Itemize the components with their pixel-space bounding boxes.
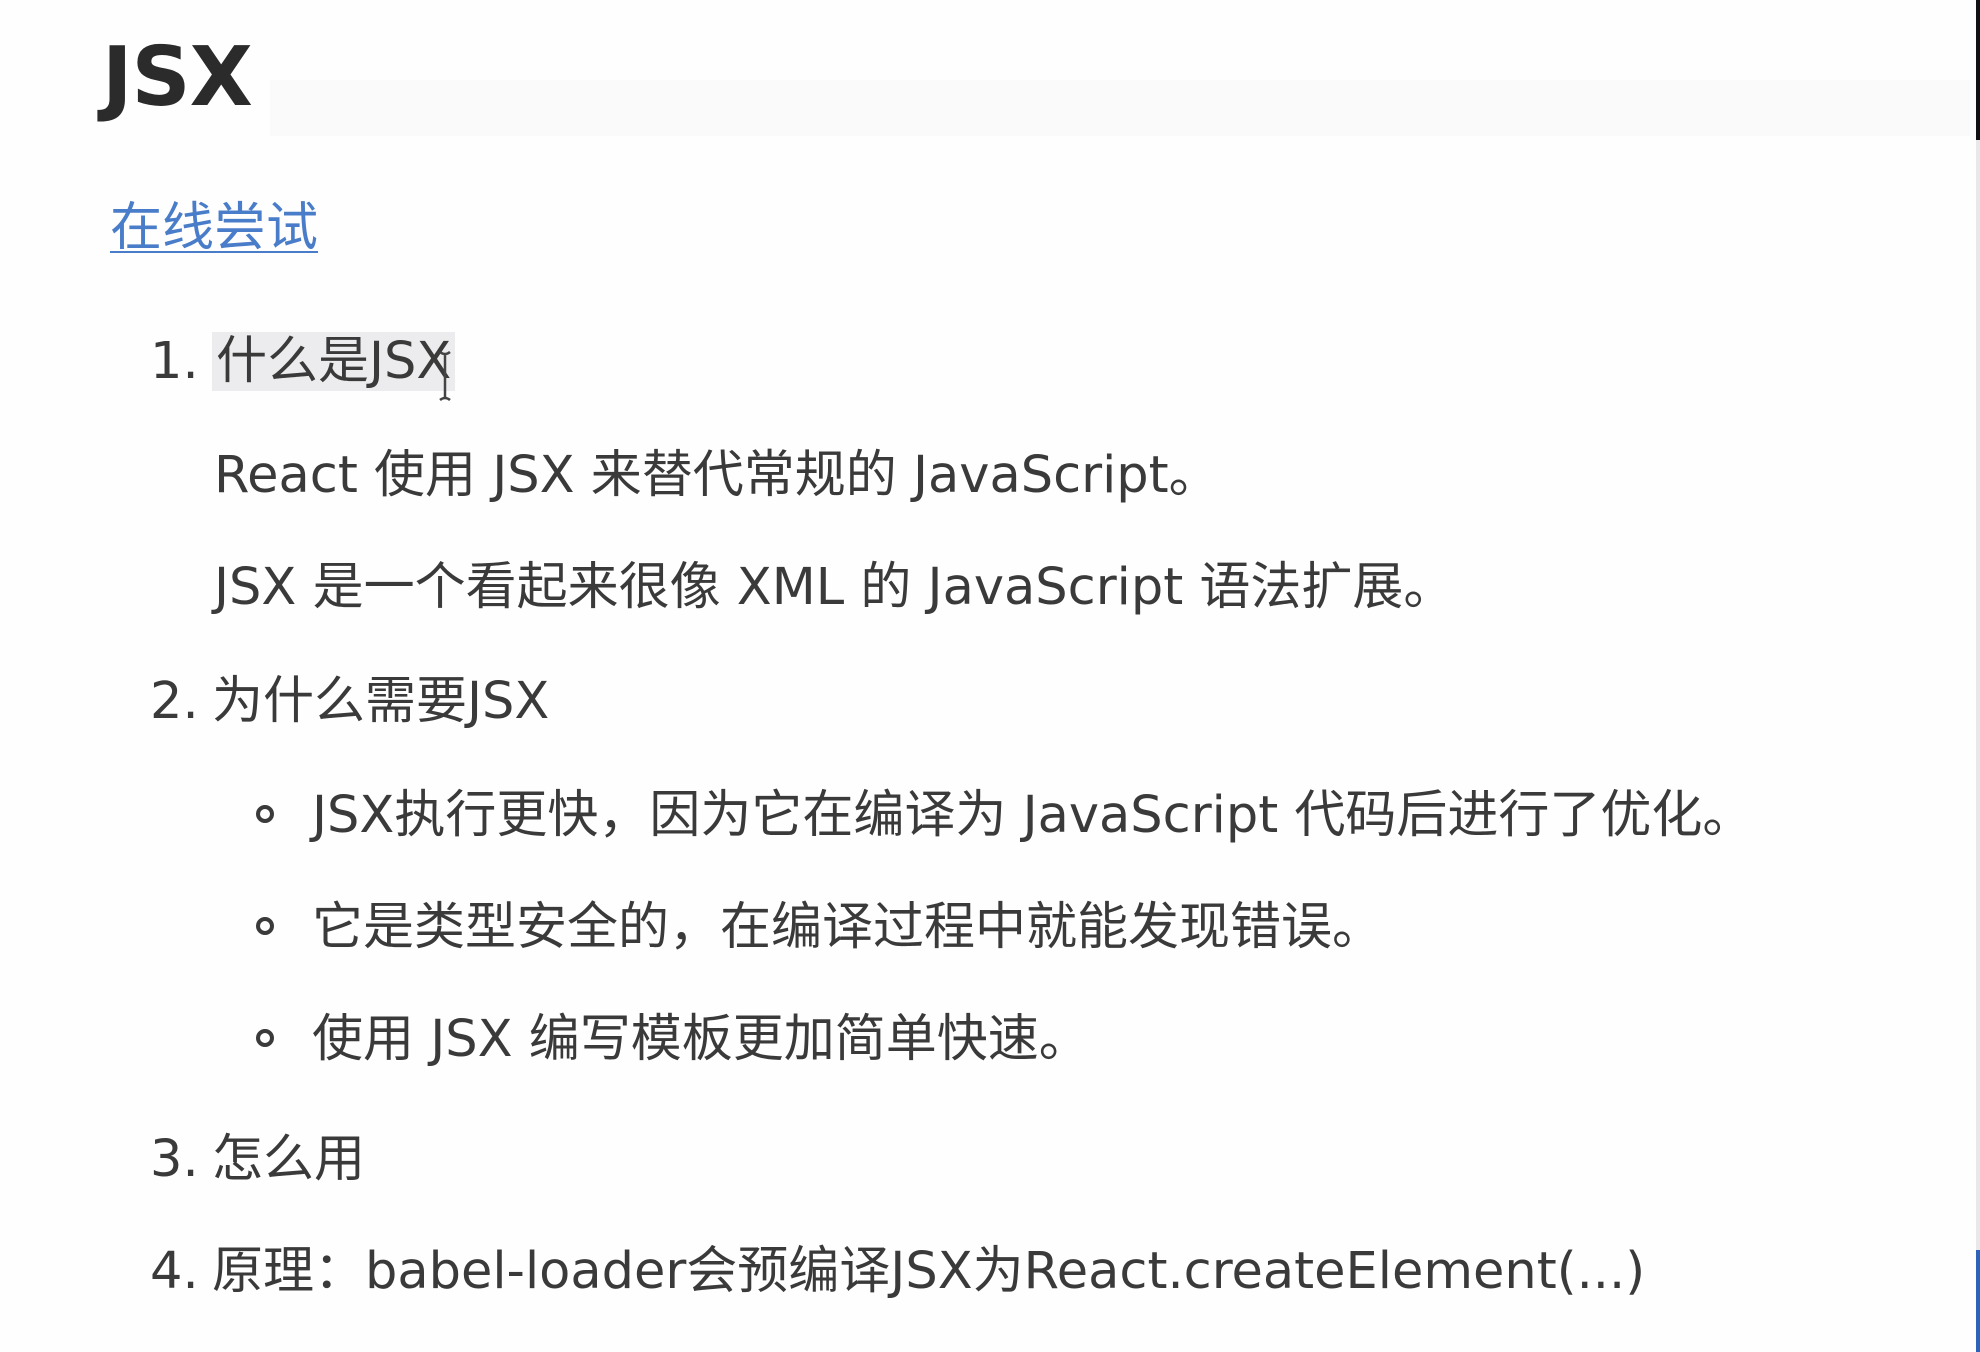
title-background-band <box>270 80 1970 136</box>
list-item-number: 2. <box>150 672 199 731</box>
list-item-heading: 原理：babel-loader会预编译JSX为React.createEleme… <box>212 1242 1646 1301</box>
window-edge-blue-segment <box>1976 1250 1980 1352</box>
window-edge-dark-segment <box>1976 0 1980 140</box>
try-online-link[interactable]: 在线尝试 <box>110 196 318 260</box>
bullet-text: JSX执行更快，因为它在编译为 JavaScript 代码后进行了优化。 <box>312 786 1754 845</box>
list-item-3: 3. 怎么用 <box>150 1128 365 1192</box>
page-title: JSX <box>102 30 253 125</box>
bullet-item: 它是类型安全的，在编译过程中就能发现错误。 <box>256 896 1383 960</box>
list-item-heading: 什么是JSX <box>212 332 456 391</box>
bullet-text: 它是类型安全的，在编译过程中就能发现错误。 <box>312 898 1384 957</box>
list-item-number: 4. <box>150 1242 199 1301</box>
paragraph: JSX 是一个看起来很像 XML 的 JavaScript 语法扩展。 <box>214 558 1455 617</box>
list-item-4: 4. 原理：babel-loader会预编译JSX为React.createEle… <box>150 1240 1645 1304</box>
list-item-heading: 为什么需要JSX <box>212 672 550 731</box>
paragraph: React 使用 JSX 来替代常规的 JavaScript。 <box>214 446 1220 505</box>
list-item-number: 3. <box>150 1130 199 1189</box>
list-item-1: 1. 什么是JSX <box>150 330 456 394</box>
bullet-item: JSX执行更快，因为它在编译为 JavaScript 代码后进行了优化。 <box>256 784 1753 848</box>
hollow-circle-bullet-icon <box>256 805 274 823</box>
list-item-heading: 怎么用 <box>212 1130 366 1189</box>
hollow-circle-bullet-icon <box>256 1029 274 1047</box>
list-item-number: 1. <box>150 332 199 391</box>
window-edge <box>1976 0 1980 1352</box>
text-cursor-icon <box>439 350 451 402</box>
document-page: JSX 在线尝试 1. 什么是JSX React 使用 JSX 来替代常规的 Ja… <box>0 0 1980 1352</box>
list-item-2: 2. 为什么需要JSX <box>150 670 549 734</box>
bullet-item: 使用 JSX 编写模板更加简单快速。 <box>256 1008 1090 1072</box>
hollow-circle-bullet-icon <box>256 917 274 935</box>
bullet-text: 使用 JSX 编写模板更加简单快速。 <box>312 1010 1090 1069</box>
